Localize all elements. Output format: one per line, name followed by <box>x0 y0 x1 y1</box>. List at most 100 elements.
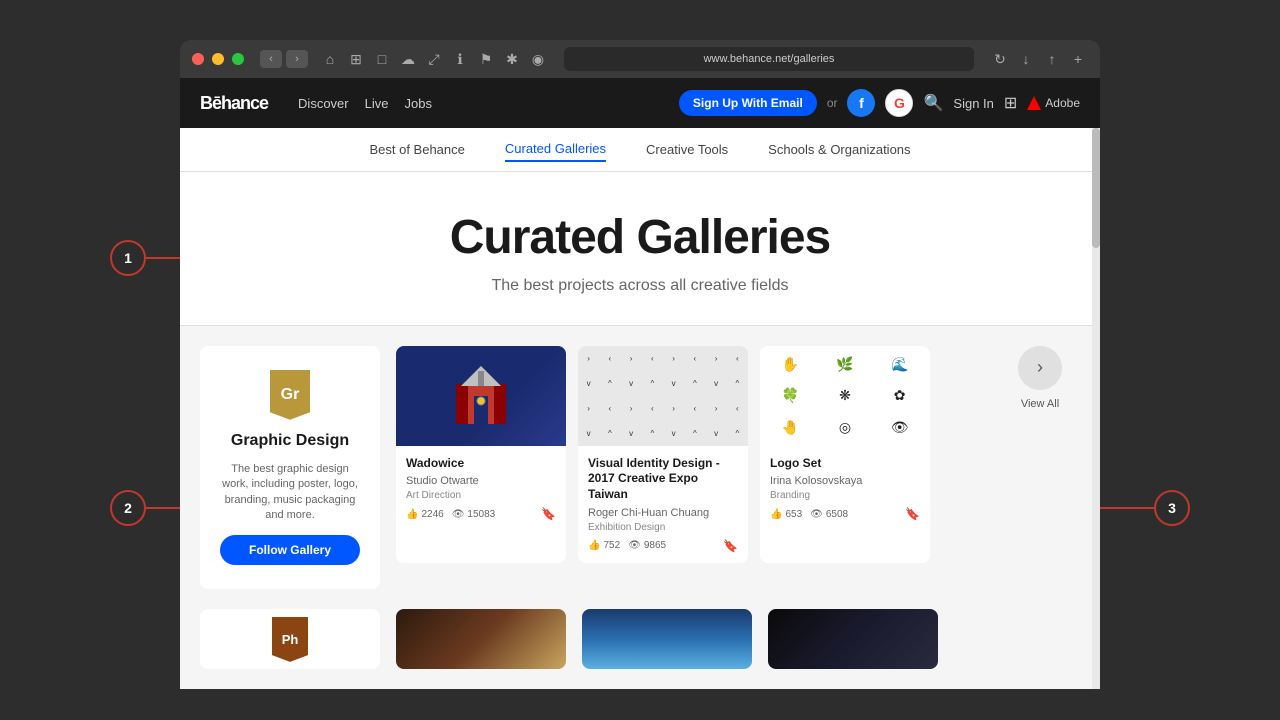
nav-discover[interactable]: Discover <box>298 96 349 111</box>
maximize-button[interactable] <box>232 53 244 65</box>
likes-stat: 👍 752 <box>588 540 620 551</box>
pattern-cell: ‹ <box>599 396 620 421</box>
signup-button[interactable]: Sign Up With Email <box>679 90 817 116</box>
eye-icon: 👁 <box>810 509 823 520</box>
view-all-button[interactable]: › <box>1018 346 1062 390</box>
browser-window: 1 2 3 ‹ › ⌂ ⊞ □ ☁ ⤢ <box>180 20 1100 689</box>
project-card[interactable]: ✋ 🌿 🌊 🍀 ❋ ✿ 🤚 ◎ 👁 Logo Set Ir <box>760 346 930 563</box>
gallery-name: Graphic Design <box>231 432 349 450</box>
thumbs-up-icon: 👍 <box>770 509 782 520</box>
bottom-gallery-badge: Ph <box>272 617 308 662</box>
logo-cell: ✿ <box>873 381 926 410</box>
share-icon[interactable]: ↑ <box>1042 49 1062 69</box>
view-all-section: › View All <box>1000 346 1080 410</box>
extension-icon[interactable]: ✱ <box>502 49 522 69</box>
project-author: Roger Chi-Huan Chuang <box>588 507 738 519</box>
project-stats: 👍 752 👁 9865 🔖 <box>588 539 738 553</box>
view-all-label[interactable]: View All <box>1021 398 1059 410</box>
bottom-project-thumb-1 <box>396 609 566 669</box>
pattern-cell: ‹ <box>642 346 663 371</box>
scrollbar-thumb[interactable] <box>1092 128 1100 248</box>
bookmark-icon[interactable]: 🔖 <box>905 507 920 521</box>
pattern-cell: ^ <box>684 371 705 396</box>
logo-cell: 🤚 <box>764 412 817 441</box>
project-stats: 👍 2246 👁 15083 🔖 <box>406 507 556 521</box>
home-icon[interactable]: ⌂ <box>320 49 340 69</box>
close-button[interactable] <box>192 53 204 65</box>
expand-icon[interactable]: ⤢ <box>424 49 444 69</box>
location-icon[interactable]: ◉ <box>528 49 548 69</box>
project-cards-container: Wadowice Studio Otwarte Art Direction 👍 … <box>396 346 984 563</box>
refresh-icon[interactable]: ↻ <box>990 49 1010 69</box>
toolbar-right: ↻ ↓ ↑ + <box>990 49 1088 69</box>
pattern-cell: › <box>578 396 599 421</box>
views-stat: 👁 6508 <box>810 509 848 520</box>
nav-links: Discover Live Jobs <box>298 96 659 111</box>
pattern-cell: v <box>621 371 642 396</box>
back-button[interactable]: ‹ <box>260 50 282 68</box>
views-count: 6508 <box>826 509 848 520</box>
pattern-cell: ‹ <box>727 346 748 371</box>
project-thumbnail: › ‹ › ‹ › ‹ › ‹ v ^ v ^ v <box>578 346 748 446</box>
shield-icon[interactable]: ⚑ <box>476 49 496 69</box>
pattern-cell: ^ <box>642 421 663 446</box>
nav-jobs[interactable]: Jobs <box>404 96 431 111</box>
project-card[interactable]: Wadowice Studio Otwarte Art Direction 👍 … <box>396 346 566 563</box>
nav-live[interactable]: Live <box>365 96 389 111</box>
new-tab-icon[interactable]: + <box>1068 49 1088 69</box>
adobe-logo: Adobe <box>1027 96 1080 110</box>
info-icon[interactable]: ℹ <box>450 49 470 69</box>
gallery-info-card: Gr Graphic Design The best graphic desig… <box>200 346 380 590</box>
download-icon[interactable]: ↓ <box>1016 49 1036 69</box>
grid-view-icon[interactable]: ⊞ <box>346 49 366 69</box>
views-stat: 👁 15083 <box>452 509 496 520</box>
gallery-description: The best graphic design work, including … <box>220 462 360 524</box>
google-button[interactable]: G <box>885 89 913 117</box>
project-info: Visual Identity Design - 2017 Creative E… <box>578 446 748 563</box>
subnav-schools-organizations[interactable]: Schools & Organizations <box>768 138 910 161</box>
pattern-cell: v <box>621 421 642 446</box>
page-title: Curated Galleries <box>200 212 1080 265</box>
pattern-cell: v <box>663 421 684 446</box>
logo-cell: 🌊 <box>873 350 926 379</box>
pattern-cell: v <box>706 421 727 446</box>
address-bar[interactable]: www.behance.net/galleries <box>564 47 974 71</box>
project-author: Irina Kolosovskaya <box>770 475 920 487</box>
pattern-cell: › <box>621 396 642 421</box>
sign-in-link[interactable]: Sign In <box>953 96 993 111</box>
subnav-curated-galleries[interactable]: Curated Galleries <box>505 137 606 162</box>
pattern-cell: v <box>706 371 727 396</box>
behance-logo[interactable]: Bēhance <box>200 93 268 114</box>
project-title: Logo Set <box>770 456 920 472</box>
pattern-cell: v <box>578 371 599 396</box>
views-count: 15083 <box>467 509 495 520</box>
bookmark-icon[interactable]: 🔖 <box>723 539 738 553</box>
pattern-cell: › <box>578 346 599 371</box>
project-category: Art Direction <box>406 490 556 501</box>
behance-navbar: Bēhance Discover Live Jobs Sign Up With … <box>180 78 1100 128</box>
apps-icon[interactable]: ⊞ <box>1004 93 1017 113</box>
bookmark-icon[interactable]: 🔖 <box>541 507 556 521</box>
follow-gallery-button[interactable]: Follow Gallery <box>220 535 360 565</box>
subnav-creative-tools[interactable]: Creative Tools <box>646 138 728 161</box>
logo-cell: ✋ <box>764 350 817 379</box>
pattern-cell: ‹ <box>727 396 748 421</box>
facebook-button[interactable]: f <box>847 89 875 117</box>
likes-count: 2246 <box>421 509 443 520</box>
pattern-cell: ‹ <box>599 346 620 371</box>
project-category: Exhibition Design <box>588 522 738 533</box>
pattern-cell: v <box>663 371 684 396</box>
subnav-best-of-behance[interactable]: Best of Behance <box>369 138 464 161</box>
sub-navigation: Best of Behance Curated Galleries Creati… <box>180 128 1100 172</box>
scrollbar-track <box>1092 128 1100 689</box>
minimize-button[interactable] <box>212 53 224 65</box>
bottom-project-thumb-2 <box>582 609 752 669</box>
forward-button[interactable]: › <box>286 50 308 68</box>
search-icon[interactable]: 🔍 <box>923 93 943 113</box>
cloud-icon[interactable]: ☁ <box>398 49 418 69</box>
reader-icon[interactable]: □ <box>372 49 392 69</box>
pattern-cell: › <box>663 346 684 371</box>
hero-section: Curated Galleries The best projects acro… <box>180 172 1100 325</box>
likes-stat: 👍 653 <box>770 509 802 520</box>
project-card[interactable]: › ‹ › ‹ › ‹ › ‹ v ^ v ^ v <box>578 346 748 563</box>
